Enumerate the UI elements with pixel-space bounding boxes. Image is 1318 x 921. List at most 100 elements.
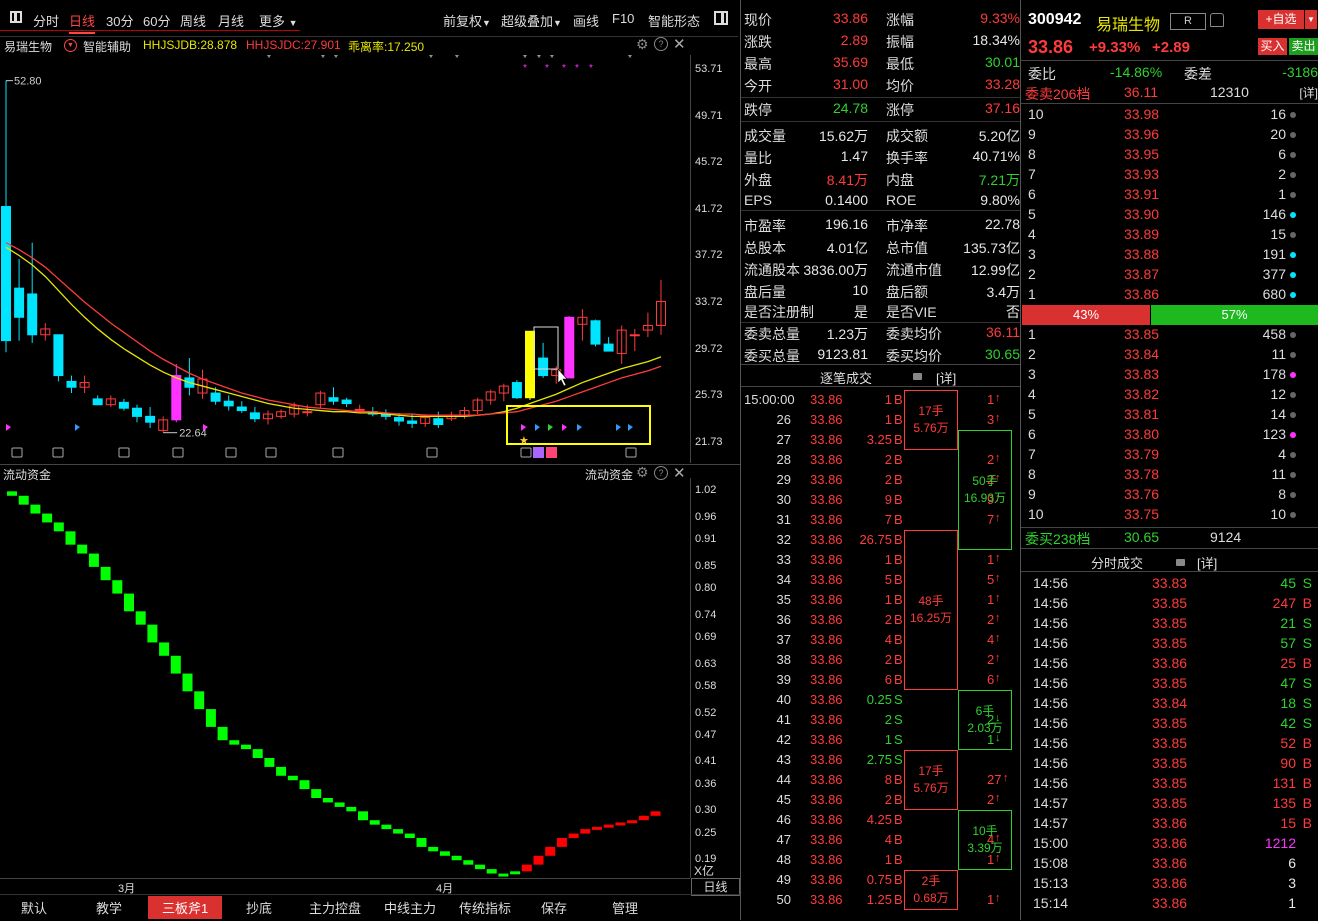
- flow-bar[interactable]: [486, 869, 497, 874]
- bottom-tab-mid-main[interactable]: 中线主力: [384, 898, 436, 917]
- flow-bar[interactable]: [205, 709, 216, 727]
- flow-bar[interactable]: [100, 566, 111, 581]
- orderbook-row[interactable]: 7 33.93 2: [1022, 165, 1318, 185]
- tab-30min[interactable]: 30分: [106, 11, 133, 30]
- flow-bar[interactable]: [568, 833, 579, 838]
- flow-bar[interactable]: [615, 822, 626, 826]
- tab-weekly[interactable]: 周线: [180, 11, 206, 30]
- panel-toggle-icon[interactable]: [714, 11, 728, 25]
- flow-bar[interactable]: [194, 691, 205, 710]
- note-icon[interactable]: [225, 447, 237, 458]
- candle-body[interactable]: [92, 398, 103, 406]
- flow-bar[interactable]: [545, 846, 556, 856]
- sell-detail-link[interactable]: [详]: [1299, 84, 1318, 101]
- candle-body[interactable]: [53, 334, 64, 377]
- lock-icon[interactable]: [913, 373, 922, 380]
- orderbook-row[interactable]: 6 33.91 1: [1022, 185, 1318, 205]
- candle-body[interactable]: [66, 380, 77, 388]
- flow-bar[interactable]: [463, 860, 474, 865]
- flow-bar[interactable]: [42, 513, 53, 523]
- orderbook-row[interactable]: 2 33.84 11: [1022, 345, 1318, 365]
- candle-body[interactable]: [407, 420, 418, 424]
- orderbook-row[interactable]: 10 33.98 16: [1022, 105, 1318, 125]
- flow-bar[interactable]: [404, 833, 415, 838]
- flow-bar[interactable]: [592, 826, 602, 830]
- note-icon[interactable]: [11, 447, 23, 458]
- flow-bar[interactable]: [533, 855, 544, 865]
- candle-body[interactable]: [132, 407, 142, 417]
- flow-bar[interactable]: [510, 871, 521, 875]
- orderbook-row[interactable]: 1 33.85 458: [1022, 325, 1318, 345]
- timesales-detail-link[interactable]: [详]: [1197, 553, 1217, 572]
- flow-bar[interactable]: [18, 495, 29, 505]
- candle-body[interactable]: [210, 392, 221, 402]
- candle-body[interactable]: [629, 334, 640, 337]
- flow-bar[interactable]: [135, 611, 146, 625]
- flow-bar[interactable]: [311, 789, 322, 798]
- candle-body[interactable]: [511, 382, 522, 399]
- note-icon[interactable]: [625, 447, 637, 458]
- note-icon[interactable]: [118, 447, 130, 458]
- flow-bar[interactable]: [346, 806, 357, 812]
- flow-bar[interactable]: [638, 815, 649, 821]
- flow-bar[interactable]: [182, 673, 193, 692]
- bottom-tab-bottom[interactable]: 抄底: [246, 898, 272, 917]
- flow-bar[interactable]: [112, 580, 123, 594]
- flow-bar[interactable]: [381, 824, 392, 830]
- candle-body[interactable]: [145, 415, 156, 423]
- help-icon[interactable]: ?: [654, 37, 668, 51]
- candle-body[interactable]: [354, 408, 365, 411]
- f10-button[interactable]: F10: [612, 11, 634, 26]
- flow-bar[interactable]: [521, 864, 532, 872]
- flow-bar[interactable]: [322, 798, 333, 803]
- flow-bar[interactable]: [580, 829, 591, 834]
- flow-bar[interactable]: [393, 829, 404, 834]
- orderbook-row[interactable]: 8 33.95 6: [1022, 145, 1318, 165]
- close-icon[interactable]: ✕: [673, 35, 686, 53]
- orderbook-row[interactable]: 4 33.89 15: [1022, 225, 1318, 245]
- candlestick-chart[interactable]: 52.8022.64* * * * * * * * ** * * * *★: [0, 55, 690, 463]
- bell-icon[interactable]: [1210, 13, 1224, 27]
- candle-body[interactable]: [328, 397, 339, 402]
- candle-body[interactable]: [564, 316, 575, 379]
- candle-body[interactable]: [603, 343, 614, 352]
- bottom-tab-default[interactable]: 默认: [21, 898, 47, 917]
- flow-bar[interactable]: [603, 824, 614, 828]
- sell-button[interactable]: 卖出: [1289, 38, 1318, 55]
- note-icon[interactable]: [520, 447, 532, 458]
- lock-icon[interactable]: [1176, 559, 1185, 566]
- orderbook-row[interactable]: 3 33.88 191: [1022, 245, 1318, 265]
- note-icon[interactable]: [332, 447, 344, 458]
- candle-body[interactable]: [394, 417, 404, 422]
- orderbook-row[interactable]: 5 33.90 146: [1022, 205, 1318, 225]
- flow-bar[interactable]: [428, 846, 439, 852]
- flow-bar[interactable]: [53, 522, 64, 532]
- more-menu[interactable]: 更多 ▼: [259, 11, 298, 30]
- candle-body[interactable]: [433, 418, 444, 426]
- orderbook-row[interactable]: 5 33.81 14: [1022, 405, 1318, 425]
- buy-button[interactable]: 买入: [1258, 38, 1287, 55]
- tab-60min[interactable]: 60分: [143, 11, 170, 30]
- candle-body[interactable]: [249, 412, 260, 420]
- candle-body[interactable]: [341, 399, 352, 405]
- adjust-menu[interactable]: 前复权▼: [443, 11, 491, 30]
- layout-icon[interactable]: [10, 11, 22, 23]
- candle-body[interactable]: [171, 375, 182, 421]
- bottom-tab-manage[interactable]: 管理: [612, 898, 638, 917]
- flow-bar[interactable]: [627, 820, 638, 824]
- flow-bar[interactable]: [252, 749, 263, 758]
- flow-bar[interactable]: [439, 851, 450, 856]
- draw-line-button[interactable]: 画线: [573, 11, 599, 30]
- candle-body[interactable]: [590, 320, 601, 345]
- bottom-tab-save[interactable]: 保存: [541, 898, 567, 917]
- candle-body[interactable]: [223, 400, 234, 407]
- flow-bar[interactable]: [65, 531, 76, 545]
- note-icon[interactable]: [172, 447, 184, 458]
- flow-bar[interactable]: [287, 775, 298, 781]
- candle-body[interactable]: [525, 330, 535, 399]
- orderbook-row[interactable]: 1 33.86 680: [1022, 285, 1318, 305]
- dropdown-circle-icon[interactable]: ▼: [64, 39, 77, 52]
- info-icon[interactable]: [533, 447, 544, 458]
- flow-chart[interactable]: [0, 478, 690, 878]
- candle-body[interactable]: [538, 357, 549, 377]
